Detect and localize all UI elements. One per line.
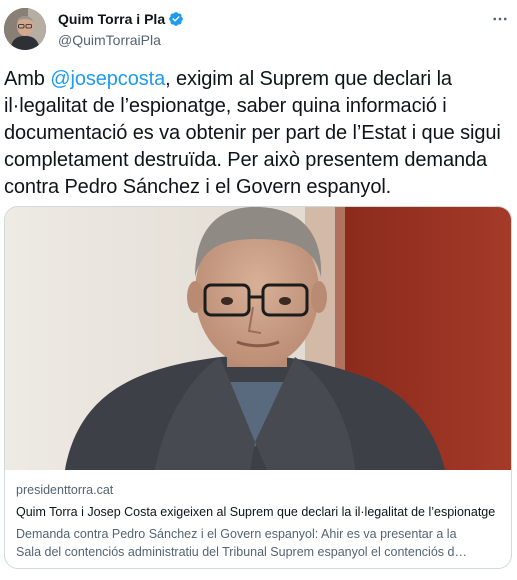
avatar-image [4,8,46,50]
link-card[interactable]: presidenttorra.cat Quim Torra i Josep Co… [4,206,512,569]
link-card-description-line: Demanda contra Pedro Sánchez i el Govern… [16,527,457,541]
avatar[interactable] [4,8,46,50]
link-card-description-line: Sala del contenciós administratiu del Tr… [16,545,467,559]
mention-link[interactable]: @josepcosta [50,68,165,90]
link-card-title: Quim Torra i Josep Costa exigeixen al Su… [16,505,496,519]
tweet-text-before: Amb [4,68,51,90]
link-card-domain: presidenttorra.cat [16,483,114,497]
link-card-image [5,207,511,470]
author-display-name[interactable]: Quim Torra i Pla [58,11,165,27]
tweet[interactable]: Quim Torra i Pla @QuimTorraiPla Amb @jos… [0,0,517,580]
verified-badge-icon [169,12,183,26]
link-card-description: Demanda contra Pedro Sánchez i el Govern… [16,525,502,561]
author-handle[interactable]: @QuimTorraiPla [58,32,184,48]
tweet-text: Amb @josepcosta, exigim al Suprem que de… [4,66,512,201]
more-horizontal-icon[interactable] [489,8,511,30]
author-block: Quim Torra i Pla @QuimTorraiPla [58,10,184,48]
